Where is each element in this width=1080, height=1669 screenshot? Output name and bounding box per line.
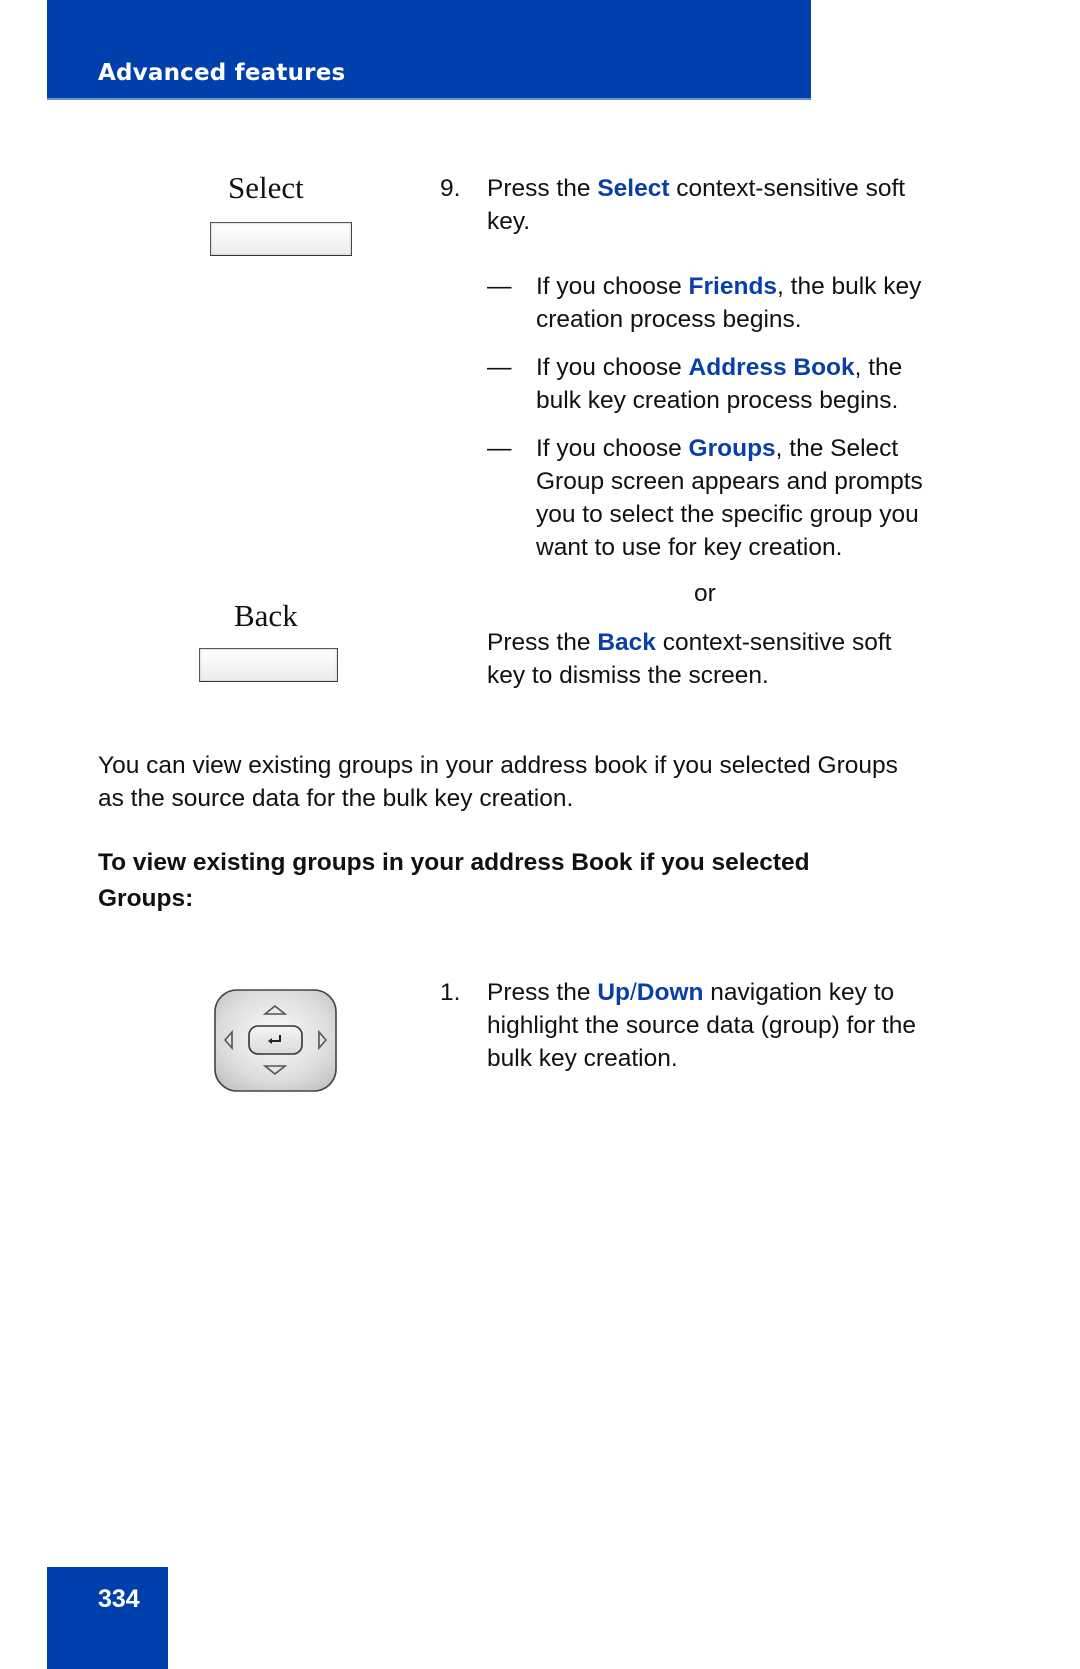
- select-softkey-label: Select: [228, 170, 304, 205]
- step-text: Press the: [487, 175, 598, 202]
- step-9-line-2: key.: [487, 208, 531, 235]
- procedure-heading: To view existing groups in your address …: [98, 845, 810, 917]
- step-text: highlight the source data (group) for th…: [487, 1012, 917, 1039]
- step-1-text: Press the Up/Down navigation key to high…: [487, 976, 916, 1075]
- bullet-text: , the: [854, 354, 903, 381]
- step-text: navigation key to: [703, 979, 895, 1006]
- address-book-option-name: Address Book: [688, 354, 855, 381]
- paragraph-text: You can view existing groups in your add…: [98, 752, 898, 779]
- bullet-text: , the bulk key: [777, 273, 922, 300]
- bullet-text: you to select the specific group you: [536, 501, 919, 528]
- heading-text: To view existing groups in your address …: [98, 849, 810, 876]
- page-number: 334: [98, 1585, 140, 1613]
- heading-text: Groups:: [98, 885, 194, 912]
- bullet-friends: If you choose Friends, the bulk key crea…: [536, 270, 921, 336]
- bullet-text: If you choose: [536, 435, 689, 462]
- step-text: bulk key creation.: [487, 1045, 678, 1072]
- back-softkey-icon: [199, 648, 338, 682]
- step-text: context-sensitive soft: [655, 629, 892, 656]
- bullet-dash: —: [487, 273, 512, 300]
- paragraph-text: as the source data for the bulk key crea…: [98, 785, 574, 812]
- back-softkey-label: Back: [234, 598, 298, 633]
- step-text: key to dismiss the screen.: [487, 662, 769, 689]
- friends-option-name: Friends: [688, 273, 778, 300]
- groups-option-name: Groups: [688, 435, 776, 462]
- select-softkey-icon: [210, 222, 352, 256]
- or-separator: or: [694, 580, 716, 607]
- back-alternative: Press the Back context-sensitive soft ke…: [487, 626, 891, 692]
- bullet-text: bulk key creation process begins.: [536, 387, 899, 414]
- page-number-box: [47, 1567, 168, 1669]
- section-title: Advanced features: [98, 60, 346, 86]
- step-text: context-sensitive soft: [669, 175, 906, 202]
- select-key-name: Select: [597, 175, 670, 202]
- intro-paragraph: You can view existing groups in your add…: [98, 749, 898, 815]
- back-key-name: Back: [597, 629, 656, 656]
- bullet-text: want to use for key creation.: [536, 534, 843, 561]
- step-9-line-1: Press the Select context-sensitive soft: [487, 172, 905, 205]
- step-1-number: 1.: [440, 979, 461, 1006]
- down-key-name: Down: [636, 979, 704, 1006]
- step-text: Press the: [487, 629, 598, 656]
- bullet-text: If you choose: [536, 354, 689, 381]
- bullet-text: creation process begins.: [536, 306, 802, 333]
- up-key-name: Up: [597, 979, 630, 1006]
- bullet-text: Group screen appears and prompts: [536, 468, 923, 495]
- bullet-text: , the Select: [775, 435, 899, 462]
- key-separator: /: [629, 979, 637, 1006]
- bullet-groups: If you choose Groups, the Select Group s…: [536, 432, 923, 564]
- step-9-number: 9.: [440, 175, 461, 202]
- navigation-key-icon: [214, 989, 337, 1092]
- bullet-text: If you choose: [536, 273, 689, 300]
- step-text: Press the: [487, 979, 598, 1006]
- bullet-address-book: If you choose Address Book, the bulk key…: [536, 351, 902, 417]
- bullet-dash: —: [487, 354, 512, 381]
- bullet-dash: —: [487, 435, 512, 462]
